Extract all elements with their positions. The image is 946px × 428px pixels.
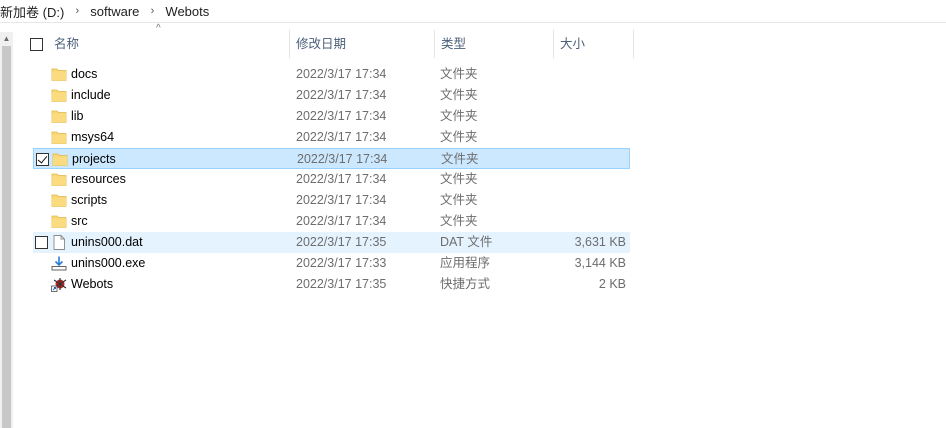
file-size: 3,144 KB	[574, 256, 626, 270]
column-header-size[interactable]: 大小	[554, 30, 634, 58]
folder-icon	[51, 130, 67, 145]
file-name: src	[71, 214, 88, 228]
file-row[interactable]: resources 2022/3/17 17:34 文件夹	[33, 169, 630, 190]
file-name: scripts	[71, 193, 108, 207]
file-row[interactable]: lib 2022/3/17 17:34 文件夹	[33, 106, 630, 127]
folder-icon	[51, 109, 67, 124]
file-date: 2022/3/17 17:34	[296, 67, 387, 81]
file-name: unins000.dat	[71, 235, 143, 249]
file-name: resources	[71, 172, 126, 186]
breadcrumb: 新加卷 (D:) › software › Webots	[0, 0, 946, 23]
file-type: 文件夹	[440, 193, 478, 207]
file-type: DAT 文件	[440, 235, 493, 249]
folder-icon	[51, 67, 67, 82]
file-date: 2022/3/17 17:34	[296, 109, 387, 123]
folder-icon	[51, 214, 67, 229]
file-type: 文件夹	[440, 214, 478, 228]
file-date: 2022/3/17 17:34	[296, 88, 387, 102]
breadcrumb-item-webots[interactable]: Webots	[163, 4, 211, 19]
file-row[interactable]: scripts 2022/3/17 17:34 文件夹	[33, 190, 630, 211]
file-row[interactable]: include 2022/3/17 17:34 文件夹	[33, 85, 630, 106]
file-date: 2022/3/17 17:35	[296, 235, 387, 249]
file-row[interactable]: Webots 2022/3/17 17:35 快捷方式 2 KB	[33, 274, 630, 295]
file-type: 应用程序	[440, 256, 491, 270]
file-date: 2022/3/17 17:34	[296, 214, 387, 228]
file-name: msys64	[71, 130, 115, 144]
file-row[interactable]: msys64 2022/3/17 17:34 文件夹	[33, 127, 630, 148]
file-type: 文件夹	[440, 88, 478, 102]
folder-icon	[51, 172, 67, 187]
file-type: 快捷方式	[440, 277, 491, 291]
folder-icon	[52, 152, 68, 167]
file-date: 2022/3/17 17:34	[296, 130, 387, 144]
breadcrumb-separator[interactable]: ›	[141, 5, 163, 17]
column-header-type[interactable]: 类型	[435, 30, 554, 58]
file-date: 2022/3/17 17:34	[296, 193, 387, 207]
file-row[interactable]: docs 2022/3/17 17:34 文件夹	[33, 64, 630, 85]
file-date: 2022/3/17 17:34	[296, 172, 387, 186]
column-header-date[interactable]: 修改日期	[290, 30, 435, 58]
folder-icon	[51, 88, 67, 103]
scroll-up-arrow-icon[interactable]: ▲	[0, 32, 13, 46]
file-row[interactable]: unins000.exe 2022/3/17 17:33 应用程序 3,144 KB	[33, 253, 630, 274]
file-size: 2 KB	[598, 277, 626, 291]
file-name: unins000.exe	[71, 256, 146, 270]
folder-icon	[51, 193, 67, 208]
file-row[interactable]: unins000.dat 2022/3/17 17:35 DAT 文件 3,631 K…	[33, 232, 630, 253]
file-row[interactable]: projects 2022/3/17 17:34 文件夹	[33, 148, 630, 169]
column-header-name[interactable]: 名称	[48, 30, 290, 58]
breadcrumb-item-software[interactable]: software	[88, 4, 141, 19]
file-type: 文件夹	[440, 172, 478, 186]
navigation-pane-scrollbar[interactable]: ▲	[0, 32, 13, 428]
file-type: 文件夹	[440, 109, 478, 123]
row-checkbox[interactable]	[35, 236, 48, 249]
breadcrumb-item-drive[interactable]: 新加卷 (D:)	[0, 2, 66, 21]
column-header-row: ^ 名称 修改日期 类型 大小	[20, 23, 640, 58]
file-name: projects	[72, 152, 116, 166]
file-icon	[51, 235, 67, 250]
file-size: 3,631 KB	[574, 235, 626, 249]
file-name: include	[71, 88, 111, 102]
file-date: 2022/3/17 17:35	[296, 277, 387, 291]
file-date: 2022/3/17 17:34	[297, 152, 388, 166]
file-date: 2022/3/17 17:33	[296, 256, 387, 270]
select-all-checkbox[interactable]	[30, 38, 43, 51]
breadcrumb-separator[interactable]: ›	[66, 5, 88, 17]
webots-shortcut-icon	[51, 277, 67, 292]
file-name: Webots	[71, 277, 114, 291]
row-checkbox[interactable]	[36, 153, 49, 166]
file-row[interactable]: src 2022/3/17 17:34 文件夹	[33, 211, 630, 232]
file-name: docs	[71, 67, 98, 81]
file-type: 文件夹	[440, 130, 478, 144]
file-type: 文件夹	[440, 67, 478, 81]
scrollbar-thumb[interactable]	[2, 46, 11, 428]
file-name: lib	[71, 109, 84, 123]
file-type: 文件夹	[441, 152, 479, 166]
installer-icon	[51, 256, 67, 271]
